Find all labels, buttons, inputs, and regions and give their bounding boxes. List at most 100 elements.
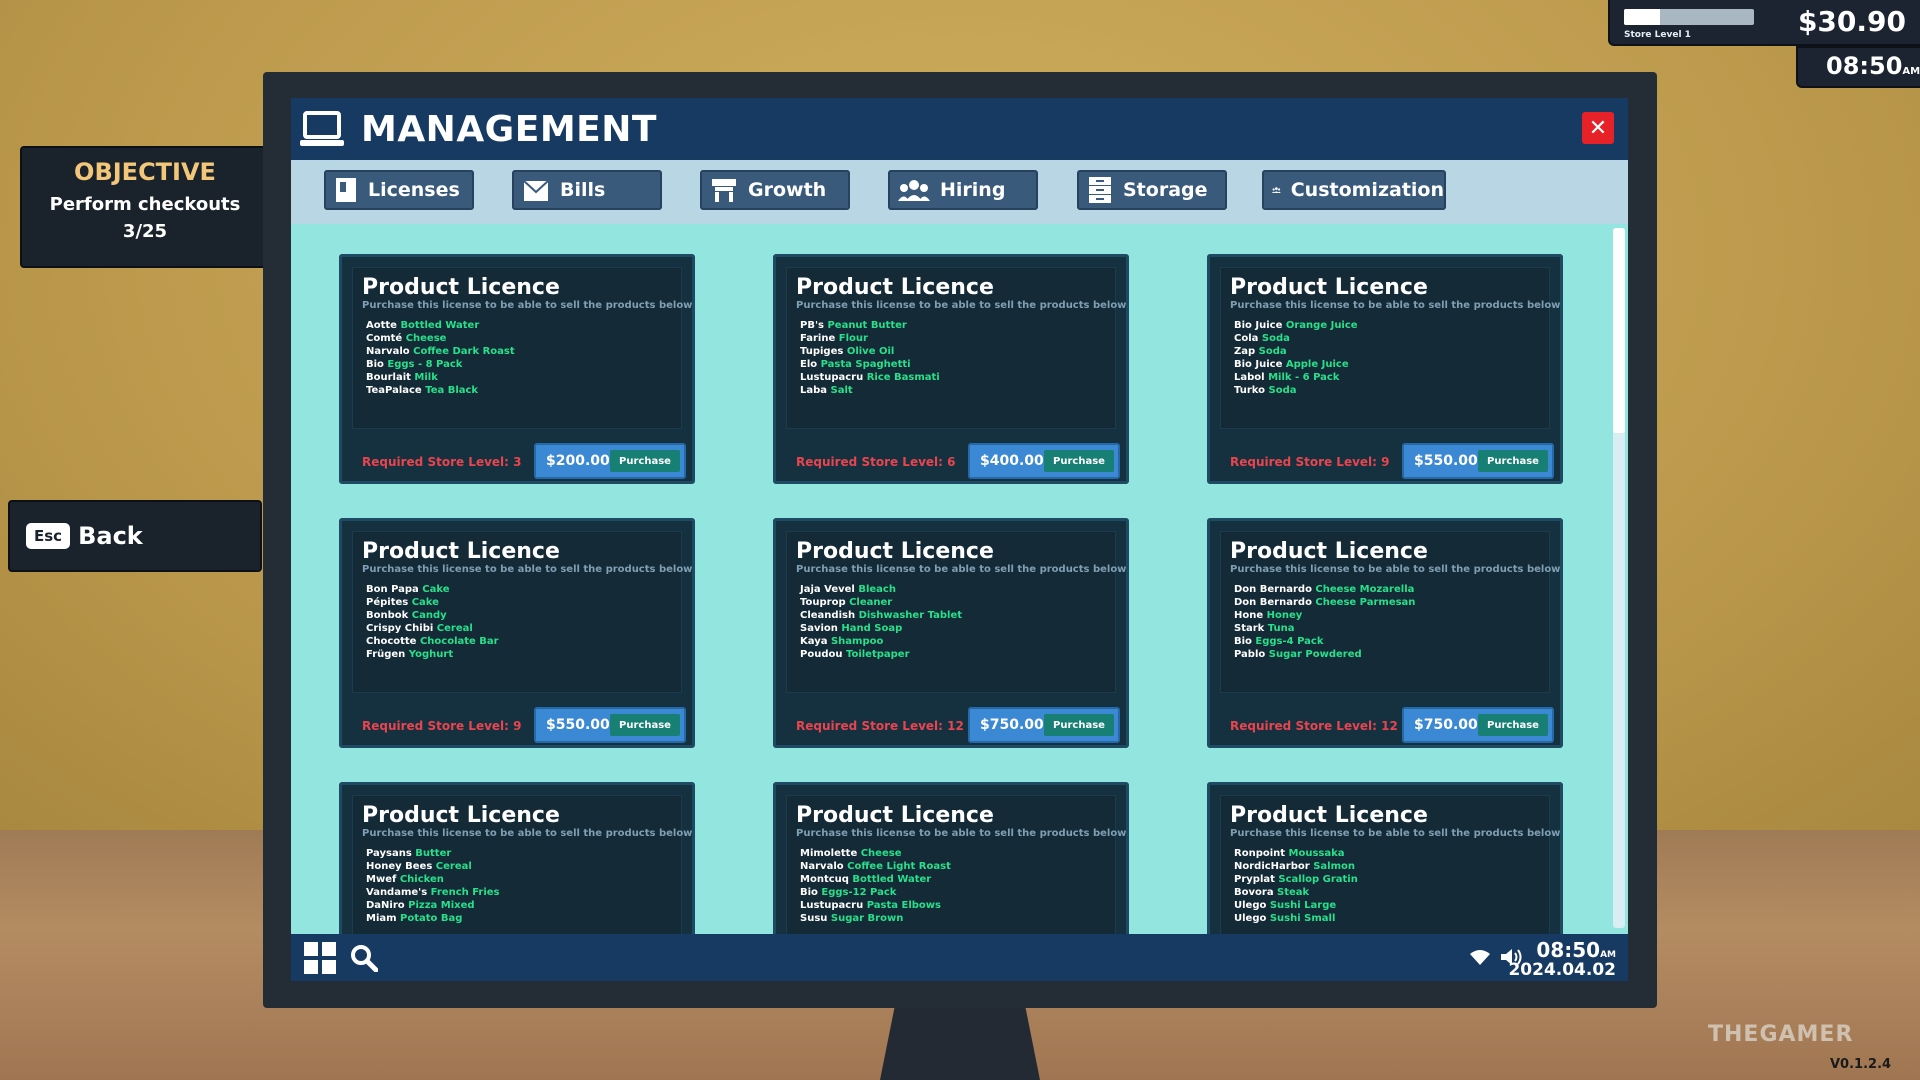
product-brand: Lustupacru [800,372,864,383]
product-name: Tea Black [425,385,479,396]
tab-bills[interactable]: Bills [512,170,662,210]
close-button[interactable]: ✕ [1582,112,1614,144]
product-item: Bio Eggs - 8 Pack [366,358,515,371]
start-menu-icon[interactable] [304,942,336,974]
license-card: Product Licence Purchase this license to … [1207,254,1563,484]
product-name: Moussaka [1288,848,1345,859]
price-box: $750.00 Purchase [968,707,1120,743]
bills-icon [523,180,549,201]
product-name: Chicken [399,874,444,885]
product-brand: Cola [1234,333,1259,344]
product-brand: Aotte [366,320,397,331]
product-item: Bonbok Candy [366,609,499,622]
card-title: Product Licence [1230,539,1428,564]
objective-title: OBJECTIVE [74,158,216,186]
price-value: $200.00 [546,453,610,469]
tab-customization[interactable]: Customization [1262,170,1446,210]
product-item: Montcuq Bottled Water [800,873,951,886]
tab-label: Storage [1123,179,1208,201]
product-name: Cake [411,597,439,608]
price-box: $200.00 Purchase [534,443,686,479]
required-store-level: Required Store Level: 9 [362,719,522,733]
product-name: Rice Basmati [866,372,940,383]
product-name: Cheese Parmesan [1315,597,1416,608]
required-store-level: Required Store Level: 3 [362,455,522,469]
product-brand: Cleandish [800,610,856,621]
product-brand: TeaPalace [366,385,422,396]
taskbar-time: 08:50 [1536,938,1601,962]
taskbar-date: 2024.04.02 [1508,960,1616,980]
card-title: Product Licence [362,803,560,828]
watermark-logo: THEGAMER [1708,1022,1854,1047]
product-item: Ulego Sushi Small [1234,912,1358,925]
product-item: Jaja Vevel Bleach [800,583,962,596]
product-name: Butter [415,848,452,859]
product-name: Salmon [1313,861,1355,872]
purchase-button[interactable]: Purchase [610,450,680,472]
clock-hud: 08:50AM [1796,46,1920,88]
hiring-icon [898,180,930,201]
product-name: Pizza Mixed [408,900,475,911]
product-brand: Don Bernardo [1234,584,1312,595]
back-button[interactable]: Esc Back [8,500,262,572]
clock-time: 08:50 [1826,52,1903,80]
product-brand: Jaja Vevel [800,584,855,595]
card-subtitle: Purchase this license to be able to sell… [1230,300,1561,311]
product-item: DaNiro Pizza Mixed [366,899,500,912]
tab-hiring[interactable]: Hiring [888,170,1038,210]
product-item: Crispy Chibi Cereal [366,622,499,635]
product-item: Aotte Bottled Water [366,319,515,332]
tab-licenses[interactable]: Licenses [324,170,474,210]
price-box: $750.00 Purchase [1402,707,1554,743]
tab-growth[interactable]: Growth [700,170,850,210]
product-item: Bio Eggs-4 Pack [1234,635,1415,648]
product-list: Don Bernardo Cheese Mozarella Don Bernard… [1234,583,1415,661]
product-brand: Bio [1234,636,1252,647]
purchase-button[interactable]: Purchase [1044,450,1114,472]
objective-panel: OBJECTIVE Perform checkouts 3/25 [20,146,270,268]
wifi-icon[interactable] [1469,948,1491,966]
product-item: Laba Salt [800,384,940,397]
product-name: Eggs - 8 Pack [387,359,463,370]
product-item: Poudou Toiletpaper [800,648,962,661]
product-name: Pasta Spaghetti [820,359,911,370]
product-brand: Touprop [800,597,846,608]
product-name: Apple Juice [1285,359,1349,370]
card-subtitle: Purchase this license to be able to sell… [796,828,1127,839]
tab-label: Bills [560,179,606,201]
window-title: MANAGEMENT [361,108,657,150]
scrollbar[interactable] [1613,228,1625,928]
product-brand: Narvalo [800,861,844,872]
product-brand: Elo [800,359,818,370]
purchase-button[interactable]: Purchase [610,714,680,736]
product-name: Milk [414,372,438,383]
product-item: Mwef Chicken [366,873,500,886]
product-name: Coffee Light Roast [847,861,951,872]
product-list: Bon Papa Cake Pépites Cake Bonbok Candy Cri… [366,583,499,661]
version-label: V0.1.2.4 [1830,1057,1892,1072]
product-list: Aotte Bottled Water Comté Cheese Narvalo C… [366,319,515,397]
money-value: $30.90 [1797,5,1906,38]
product-name: Chocolate Bar [419,636,499,647]
product-name: Honey [1266,610,1303,621]
product-brand: Bio Juice [1234,320,1283,331]
product-item: Narvalo Coffee Dark Roast [366,345,515,358]
product-name: Sugar Brown [830,913,904,924]
purchase-button[interactable]: Purchase [1044,714,1114,736]
card-title: Product Licence [1230,803,1428,828]
product-name: Dishwasher Tablet [858,610,963,621]
card-subtitle: Purchase this license to be able to sell… [796,300,1127,311]
product-brand: Savion [800,623,838,634]
product-brand: Stark [1234,623,1265,634]
product-list: PB's Peanut Butter Farine Flour Tupiges Ol… [800,319,940,397]
product-brand: Bio Juice [1234,359,1283,370]
purchase-button[interactable]: Purchase [1478,450,1548,472]
tab-storage[interactable]: Storage [1077,170,1227,210]
search-icon[interactable] [350,944,378,972]
scrollbar-thumb[interactable] [1613,228,1625,433]
purchase-button[interactable]: Purchase [1478,714,1548,736]
product-name: Cheese [405,333,447,344]
product-brand: Bonbok [366,610,409,621]
product-brand: NordicHarbor [1234,861,1310,872]
product-brand: Pépites [366,597,409,608]
